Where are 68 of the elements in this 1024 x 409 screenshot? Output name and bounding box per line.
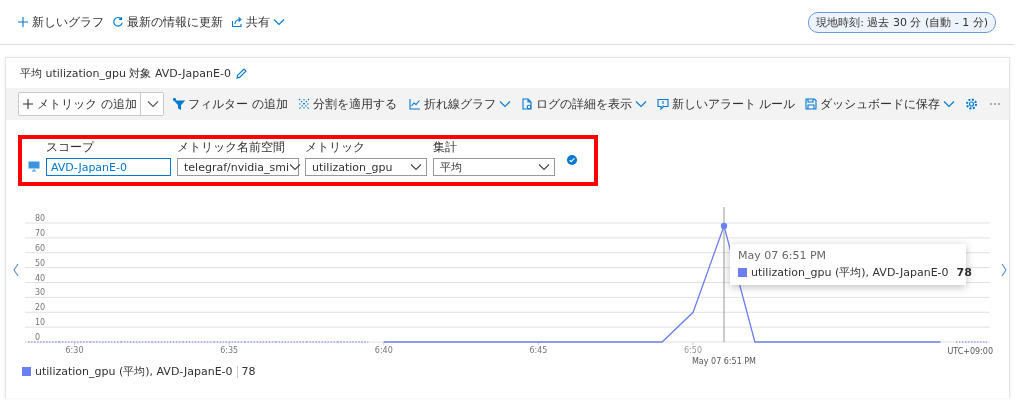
- save-icon: [805, 98, 818, 110]
- add-metric-split-button[interactable]: メトリック の追加: [18, 92, 164, 116]
- monitor-icon: [28, 161, 40, 172]
- field-label: スコープ: [46, 139, 96, 156]
- y-tick-label: 0: [35, 333, 41, 342]
- y-tick-label: 50: [35, 258, 46, 268]
- tooltip-series: utilization_gpu (平均), AVD-JapanE-0: [751, 265, 949, 280]
- y-tick-label: 70: [35, 228, 46, 238]
- tooltip-value: 78: [956, 266, 972, 279]
- y-tick-label: 40: [35, 273, 46, 283]
- scope-input[interactable]: AVD-JapanE-0: [46, 158, 171, 176]
- chevron-down-icon: [538, 163, 550, 171]
- crosshair-time-label: May 07 6:51 PM: [692, 357, 757, 366]
- chevron-right-icon[interactable]: [1001, 263, 1007, 277]
- line-chart-icon: [408, 98, 421, 110]
- series-swatch: [738, 268, 747, 277]
- toolbar-button[interactable]: 分割を適用する: [294, 95, 400, 113]
- chevron-down-icon: [498, 100, 511, 108]
- toolbar-button[interactable]: 折れ線グラフ: [405, 95, 514, 113]
- time-range-button[interactable]: 現地時刻: 過去 30 分 (自動 - 1 分): [808, 11, 996, 33]
- x-tick-label: 6:35: [220, 346, 239, 355]
- field-label: メトリック: [305, 139, 366, 156]
- toolbar-button[interactable]: ログの詳細を表示: [517, 95, 650, 113]
- chevron-down-icon: [410, 163, 422, 171]
- dropdown[interactable]: telegraf/nvidia_smi: [177, 158, 299, 176]
- field-label: 集計: [433, 139, 458, 156]
- x-tick-label: 6:45: [529, 346, 548, 355]
- plus-icon: [22, 98, 34, 110]
- y-tick-label: 80: [35, 214, 46, 223]
- settings-icon: [965, 98, 979, 110]
- legend-label[interactable]: utilization_gpu (平均), AVD-JapanE-0: [35, 364, 233, 379]
- dropdown[interactable]: utilization_gpu: [305, 158, 427, 176]
- chart-title: 平均 utilization_gpu 対象 AVD-JapanE-0: [20, 65, 231, 81]
- tooltip-time: May 07 6:51 PM: [738, 249, 828, 262]
- plus-icon: [17, 16, 29, 28]
- dropdown[interactable]: 平均: [433, 158, 555, 176]
- chevron-down-icon: [634, 100, 647, 108]
- alert-icon: [656, 98, 669, 110]
- legend-swatch: [22, 367, 31, 376]
- toolbar-button[interactable]: 共有: [228, 13, 288, 31]
- refresh-icon: [112, 16, 124, 28]
- chevron-down-icon: [943, 100, 956, 108]
- chevron-down-icon: [289, 163, 302, 171]
- x-tick-label: 6:50: [684, 346, 703, 355]
- split-icon: [297, 98, 310, 110]
- hover-point: [720, 222, 728, 230]
- chevron-down-icon: [273, 18, 285, 26]
- share-icon: [231, 16, 243, 28]
- toolbar-button[interactable]: フィルター の追加: [169, 95, 291, 113]
- chevron-down-icon: [146, 100, 159, 108]
- y-tick-label: 60: [35, 243, 46, 253]
- chevron-left-icon[interactable]: [13, 263, 19, 277]
- y-tick-label: 30: [35, 288, 46, 298]
- x-tick-label: 6:30: [65, 346, 84, 355]
- toolbar-button[interactable]: ダッシュボードに保存: [802, 95, 959, 113]
- document-icon: [520, 98, 533, 110]
- y-tick-label: 10: [35, 318, 46, 328]
- filter-icon: [172, 98, 185, 110]
- y-tick-label: 20: [35, 303, 46, 313]
- pencil-icon[interactable]: [235, 67, 247, 79]
- x-tick-label: 6:40: [374, 346, 393, 355]
- toolbar-button[interactable]: 新しいアラート ルール: [653, 95, 799, 113]
- field-label: メトリック名前空間: [177, 139, 286, 156]
- timezone-label: UTC+09:00: [947, 347, 993, 356]
- toolbar-button[interactable]: 新しいグラフ: [14, 13, 107, 31]
- legend-value: 78: [241, 365, 256, 378]
- toolbar-button[interactable]: 最新の情報に更新: [109, 13, 226, 31]
- check-circle-icon: [567, 154, 577, 165]
